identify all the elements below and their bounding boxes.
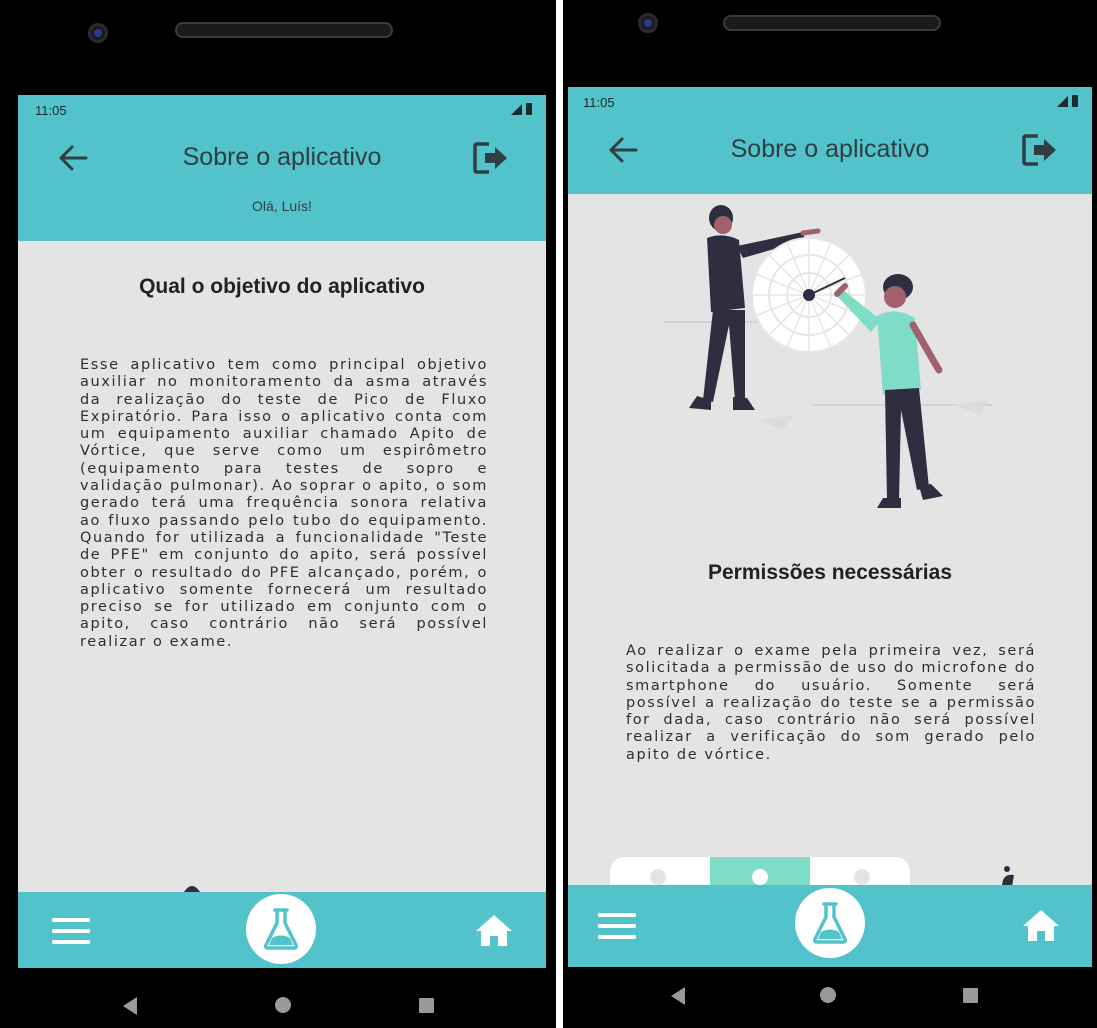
system-nav-bar	[0, 968, 556, 1028]
avatar-icon	[752, 869, 768, 885]
illustration-peek	[1002, 866, 1014, 887]
about-paragraph: Esse aplicativo tem como principal objet…	[80, 357, 488, 650]
status-icons	[1057, 95, 1078, 107]
logout-icon[interactable]	[1020, 131, 1060, 169]
system-back-icon[interactable]	[123, 997, 137, 1015]
app-screen: 11:05 Sobre o aplicativo Permissões nece…	[568, 87, 1092, 967]
status-time: 11:05	[35, 103, 67, 118]
page-title: Sobre o aplicativo	[730, 135, 930, 163]
people-dartboard-illustration	[663, 205, 993, 508]
avatar-icon	[854, 869, 870, 885]
pfe-test-button[interactable]	[795, 888, 865, 958]
battery-icon	[1072, 95, 1078, 107]
permissions-paragraph: Ao realizar o exame pela primeira vez, s…	[626, 643, 1036, 763]
flask-icon	[813, 902, 847, 944]
greeting-text: Olá, Luís!	[252, 198, 312, 214]
app-screen: 11:05 Sobre o aplicativo Olá, Luís! Qual…	[18, 95, 546, 968]
system-nav-bar	[563, 967, 1097, 1028]
bottom-bar	[568, 885, 1092, 967]
home-icon[interactable]	[474, 913, 514, 947]
menu-icon[interactable]	[598, 912, 636, 940]
home-icon[interactable]	[1021, 908, 1061, 942]
page-title: Sobre o aplicativo	[182, 143, 382, 171]
signal-icon	[511, 104, 522, 115]
onboarding-preview-cards	[610, 857, 910, 887]
front-camera	[638, 13, 658, 33]
menu-icon[interactable]	[52, 917, 90, 945]
section-title: Qual o objetivo do aplicativo	[139, 275, 425, 298]
flask-icon	[264, 908, 298, 950]
logout-icon[interactable]	[471, 139, 511, 177]
status-icons	[511, 103, 532, 115]
avatar-icon	[650, 869, 666, 885]
system-home-icon[interactable]	[275, 997, 291, 1013]
section-title: Permissões necessárias	[707, 561, 952, 584]
system-back-icon[interactable]	[671, 987, 685, 1005]
battery-icon	[526, 103, 532, 115]
system-home-icon[interactable]	[820, 987, 836, 1003]
front-camera	[88, 23, 108, 43]
app-header: 11:05 Sobre o aplicativo	[568, 87, 1092, 194]
earpiece-speaker	[175, 22, 393, 38]
illustration-peek	[184, 886, 200, 892]
status-time: 11:05	[583, 95, 615, 110]
system-recents-icon[interactable]	[419, 998, 434, 1013]
pfe-test-button[interactable]	[246, 894, 316, 964]
phone-frame-left: 11:05 Sobre o aplicativo Olá, Luís! Qual…	[0, 0, 556, 1028]
phone-frame-right: 11:05 Sobre o aplicativo Permissões nece…	[563, 0, 1097, 1028]
earpiece-speaker	[723, 15, 941, 31]
signal-icon	[1057, 96, 1068, 107]
bottom-bar	[18, 892, 546, 968]
system-recents-icon[interactable]	[963, 988, 978, 1003]
app-header: 11:05 Sobre o aplicativo Olá, Luís!	[18, 95, 546, 241]
